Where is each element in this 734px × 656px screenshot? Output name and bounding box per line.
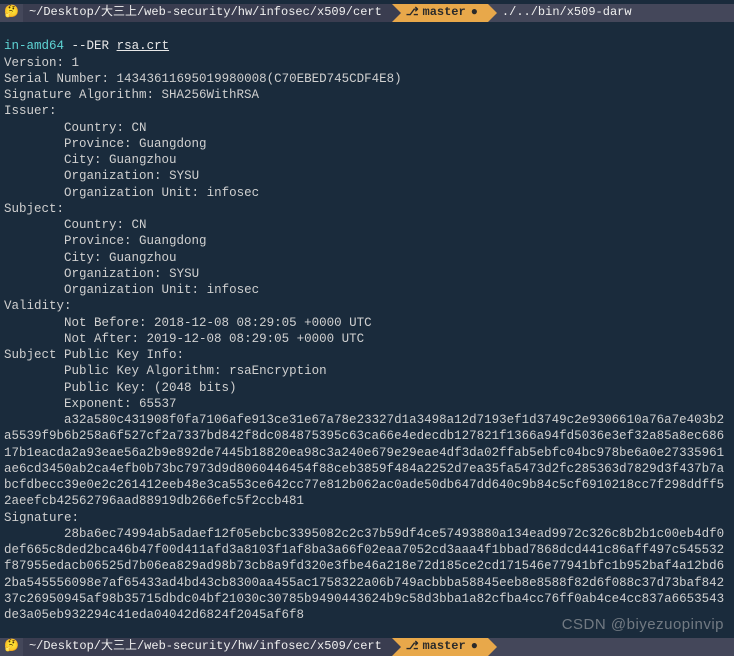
git-branch-segment: ⎇ master ● bbox=[392, 4, 488, 22]
dirty-indicator: ● bbox=[471, 639, 478, 655]
version-label: Version: bbox=[4, 56, 64, 70]
pubkey-algo: rsaEncryption bbox=[229, 364, 327, 378]
branch-icon: ⎇ bbox=[406, 6, 419, 20]
git-branch-segment: ⎇ master ● bbox=[392, 638, 488, 656]
watermark: CSDN @biyezuopinvip bbox=[562, 615, 724, 635]
subject-province-label: Province: bbox=[64, 234, 132, 248]
signature-hex: 28ba6ec74994ab5adaef12f05ebcbc3395082c2c… bbox=[4, 527, 724, 622]
sigalgo-value: SHA256WithRSA bbox=[162, 88, 260, 102]
subject-country: CN bbox=[132, 218, 147, 232]
signature-label: Signature: bbox=[4, 511, 79, 525]
prompt-line-bottom[interactable]: 🤔 ~/Desktop/大三上/web-security/hw/infosec/… bbox=[0, 638, 734, 656]
exponent-value: 65537 bbox=[139, 397, 177, 411]
version-value: 1 bbox=[72, 56, 80, 70]
exponent-label: Exponent: bbox=[64, 397, 132, 411]
issuer-city-label: City: bbox=[64, 153, 102, 167]
subject-org: SYSU bbox=[169, 267, 199, 281]
subject-ou-label: Organization Unit: bbox=[64, 283, 199, 297]
subject-ou: infosec bbox=[207, 283, 260, 297]
modulus-hex: a32a580c431908f0fa7106afe913ce31e67a78e2… bbox=[4, 413, 724, 508]
issuer-province: Guangdong bbox=[139, 137, 207, 151]
notbefore-label: Not Before: bbox=[64, 316, 147, 330]
issuer-country-label: Country: bbox=[64, 121, 124, 135]
subject-country-label: Country: bbox=[64, 218, 124, 232]
subject-city-label: City: bbox=[64, 251, 102, 265]
pubkey-algo-label: Public Key Algorithm: bbox=[64, 364, 222, 378]
issuer-province-label: Province: bbox=[64, 137, 132, 151]
prompt-line-top[interactable]: 🤔 ~/Desktop/大三上/web-security/hw/infosec/… bbox=[0, 4, 734, 22]
cmd-flag: --DER bbox=[72, 39, 110, 53]
command-text: ./../bin/x509-darw bbox=[488, 4, 734, 22]
pubkey-label: Public Key: bbox=[64, 381, 147, 395]
subject-org-label: Organization: bbox=[64, 267, 162, 281]
terminal-output: in-amd64 --DER rsa.crt Version: 1 Serial… bbox=[0, 22, 734, 623]
branch-name: master bbox=[423, 5, 466, 21]
serial-value: 14343611695019980008(C70EBED745CDF4E8) bbox=[117, 72, 402, 86]
validity-label: Validity: bbox=[4, 299, 72, 313]
subject-city: Guangzhou bbox=[109, 251, 177, 265]
spki-label: Subject Public Key Info: bbox=[4, 348, 184, 362]
issuer-ou-label: Organization Unit: bbox=[64, 186, 199, 200]
issuer-label: Issuer: bbox=[4, 104, 57, 118]
prompt-emoji: 🤔 bbox=[0, 5, 23, 21]
dirty-indicator: ● bbox=[471, 5, 478, 21]
prompt-path: ~/Desktop/大三上/web-security/hw/infosec/x5… bbox=[23, 638, 392, 656]
command-input-area[interactable] bbox=[488, 638, 734, 656]
subject-label: Subject: bbox=[4, 202, 64, 216]
cmd-continuation-prefix: in-amd64 bbox=[4, 39, 64, 53]
prompt-emoji: 🤔 bbox=[0, 639, 23, 655]
notafter-label: Not After: bbox=[64, 332, 139, 346]
branch-name: master bbox=[423, 639, 466, 655]
issuer-ou: infosec bbox=[207, 186, 260, 200]
pubkey-bits: (2048 bits) bbox=[154, 381, 237, 395]
prompt-path: ~/Desktop/大三上/web-security/hw/infosec/x5… bbox=[23, 4, 392, 22]
serial-label: Serial Number: bbox=[4, 72, 109, 86]
notbefore-value: 2018-12-08 08:29:05 +0000 UTC bbox=[154, 316, 372, 330]
notafter-value: 2019-12-08 08:29:05 +0000 UTC bbox=[147, 332, 365, 346]
issuer-city: Guangzhou bbox=[109, 153, 177, 167]
issuer-org: SYSU bbox=[169, 169, 199, 183]
sigalgo-label: Signature Algorithm: bbox=[4, 88, 154, 102]
issuer-org-label: Organization: bbox=[64, 169, 162, 183]
issuer-country: CN bbox=[132, 121, 147, 135]
cmd-file-arg: rsa.crt bbox=[117, 39, 170, 53]
subject-province: Guangdong bbox=[139, 234, 207, 248]
